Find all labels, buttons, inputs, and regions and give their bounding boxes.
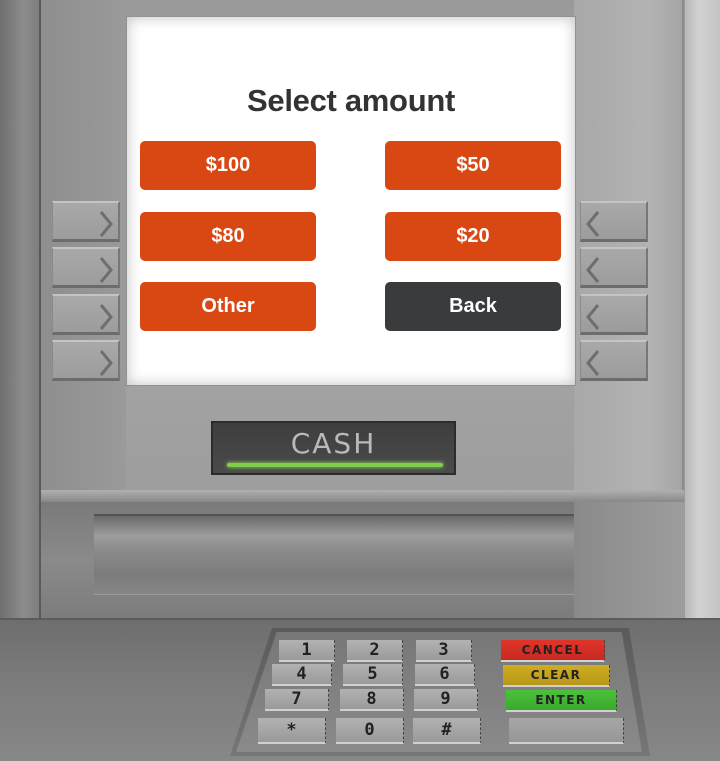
chevron-right-icon bbox=[99, 304, 113, 330]
chevron-right-icon bbox=[99, 257, 113, 283]
key-7[interactable]: 7 bbox=[265, 689, 329, 711]
atm-screen: Select amount $100 $50 $80 $20 Other Bac… bbox=[126, 16, 576, 386]
cash-indicator-light bbox=[227, 463, 443, 467]
chevron-left-icon bbox=[586, 350, 600, 376]
other-amount-button[interactable]: Other bbox=[140, 282, 316, 331]
side-key-left-2[interactable] bbox=[52, 247, 120, 288]
side-key-right-3[interactable] bbox=[580, 294, 648, 335]
key-6[interactable]: 6 bbox=[415, 664, 475, 686]
chevron-right-icon bbox=[99, 211, 113, 237]
cancel-key[interactable]: CANCEL bbox=[501, 640, 605, 662]
atm-right-pillar bbox=[684, 0, 720, 618]
amount-100-button[interactable]: $100 bbox=[140, 141, 316, 190]
cash-slot: CASH bbox=[211, 421, 456, 475]
back-button[interactable]: Back bbox=[385, 282, 561, 331]
side-key-right-4[interactable] bbox=[580, 340, 648, 381]
cash-label: CASH bbox=[290, 427, 377, 460]
key-1[interactable]: 1 bbox=[279, 640, 335, 662]
side-key-left-1[interactable] bbox=[52, 201, 120, 242]
side-key-right-1[interactable] bbox=[580, 201, 648, 242]
side-key-left-4[interactable] bbox=[52, 340, 120, 381]
chevron-left-icon bbox=[586, 304, 600, 330]
key-8[interactable]: 8 bbox=[340, 689, 404, 711]
key-0[interactable]: 0 bbox=[336, 718, 404, 744]
chevron-right-icon bbox=[99, 350, 113, 376]
amount-50-button[interactable]: $50 bbox=[385, 141, 561, 190]
chevron-left-icon bbox=[586, 211, 600, 237]
key-4[interactable]: 4 bbox=[272, 664, 332, 686]
key-hash[interactable]: # bbox=[413, 718, 481, 744]
amount-20-button[interactable]: $20 bbox=[385, 212, 561, 261]
cash-dispenser-tray[interactable] bbox=[94, 514, 574, 595]
lower-face-right bbox=[574, 502, 684, 618]
key-star[interactable]: * bbox=[258, 718, 326, 744]
key-9[interactable]: 9 bbox=[414, 689, 478, 711]
amount-80-button[interactable]: $80 bbox=[140, 212, 316, 261]
key-5[interactable]: 5 bbox=[343, 664, 403, 686]
atm-ledge bbox=[41, 490, 684, 502]
side-key-right-2[interactable] bbox=[580, 247, 648, 288]
enter-key[interactable]: ENTER bbox=[506, 690, 617, 712]
screen-title: Select amount bbox=[247, 83, 455, 118]
key-2[interactable]: 2 bbox=[347, 640, 403, 662]
key-3[interactable]: 3 bbox=[416, 640, 472, 662]
chevron-left-icon bbox=[586, 257, 600, 283]
blank-function-key[interactable] bbox=[509, 718, 624, 744]
side-key-left-3[interactable] bbox=[52, 294, 120, 335]
atm-left-pillar bbox=[0, 0, 41, 618]
clear-key[interactable]: CLEAR bbox=[503, 665, 610, 687]
